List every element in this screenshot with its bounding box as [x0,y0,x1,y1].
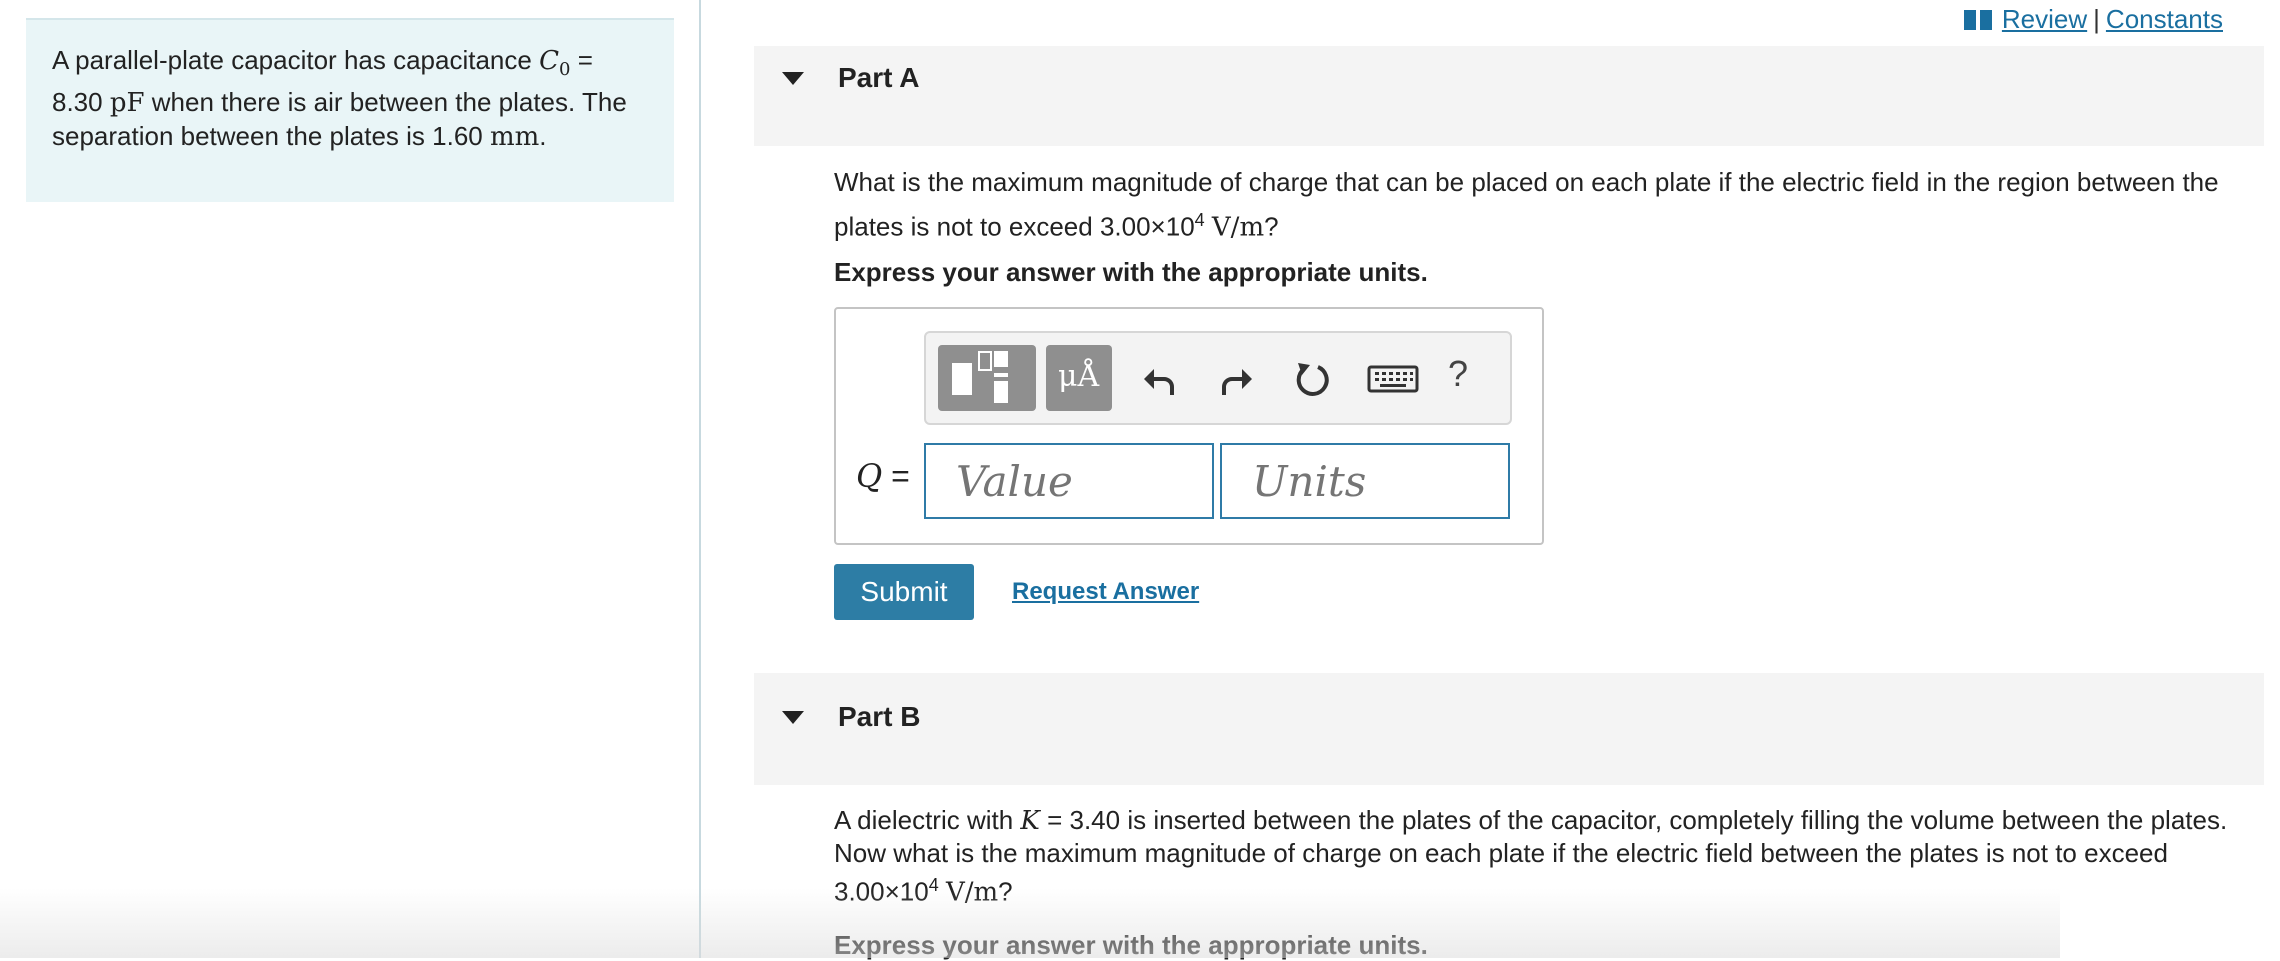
link-separator: | [2093,4,2100,34]
templates-button[interactable] [938,345,1036,411]
problem-intro: A parallel-plate capacitor has capacitan… [26,18,674,202]
units-button[interactable]: μÅ [1046,345,1112,411]
q-label: Q = [856,457,910,495]
separation-unit: mm [489,122,540,153]
keyboard-icon[interactable] [1366,355,1420,403]
collapse-caret-icon[interactable] [782,72,804,85]
math-toolbar: μÅ ? [924,331,1512,425]
collapse-caret-icon[interactable] [782,711,804,724]
part-a-instruction: Express your answer with the appropriate… [834,257,1428,287]
part-b-question: A dielectric with K = 3.40 is inserted b… [834,805,2228,908]
intro-text-1: A parallel-plate capacitor has capacitan… [52,45,532,75]
review-link[interactable]: Review [2002,4,2087,35]
column-divider [699,0,701,958]
constants-link[interactable]: Constants [2106,4,2223,35]
reset-icon[interactable] [1288,355,1336,403]
book-icon [1963,9,1992,30]
capacitance-symbol: C0 [539,46,571,81]
redo-icon[interactable] [1212,355,1260,403]
capacitance-unit: pF [109,88,145,119]
value-input[interactable] [924,443,1214,519]
part-a-title: Part A [838,62,920,93]
help-button[interactable]: ? [1448,353,1468,395]
part-a-header[interactable]: Part A [754,46,2264,146]
submit-button[interactable]: Submit [834,564,974,620]
request-answer-link[interactable]: Request Answer [1012,578,1199,606]
part-b-instruction: Express your answer with the appropriate… [834,930,1428,960]
part-b-header[interactable]: Part B [754,673,2264,785]
part-a-question: What is the maximum magnitude of charge … [834,167,2219,243]
part-b-title: Part B [838,701,921,732]
undo-icon[interactable] [1136,355,1184,403]
intro-text-3: . [539,121,547,152]
answer-box: μÅ ? Q = [834,307,1544,545]
top-links: Review | Constants [1963,4,2223,35]
units-input[interactable] [1220,443,1510,519]
